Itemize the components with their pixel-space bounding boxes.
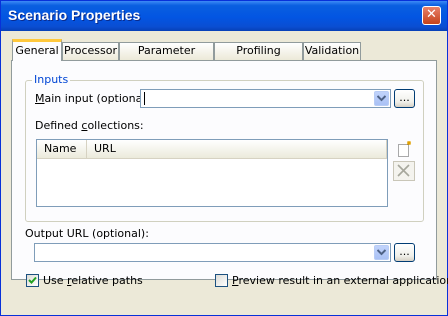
dialog-title: Scenario Properties (8, 7, 141, 23)
close-button[interactable]: ✕ (422, 6, 441, 25)
dropdown-arrow-icon (377, 249, 386, 256)
main-input-combo[interactable] (140, 89, 391, 108)
output-url-combo[interactable] (34, 243, 391, 262)
column-header-url[interactable]: URL (87, 140, 387, 159)
output-url-dropdown-button[interactable] (374, 245, 389, 260)
main-input-label-text: ain input (optional): (44, 92, 154, 105)
delete-collection-icon (397, 164, 410, 177)
defined-collections-label-post: ollections: (87, 119, 144, 132)
use-relative-paths-label[interactable]: Use relative paths (43, 274, 143, 287)
output-url-label: Output URL (optional): (25, 227, 149, 240)
title-bar[interactable]: Scenario Properties ✕ (1, 1, 447, 31)
scenario-properties-dialog: Scenario Properties ✕ General Processor … (0, 0, 448, 316)
main-input-dropdown-button[interactable] (374, 91, 389, 106)
use-relative-paths-checkbox[interactable] (26, 274, 39, 287)
close-icon: ✕ (426, 7, 437, 22)
tab-general-label: General (15, 44, 59, 57)
preview-external-label[interactable]: Preview result in an external applicatio… (232, 274, 448, 287)
new-collection-button[interactable] (394, 139, 415, 160)
main-input-label: Main input (optional): (35, 92, 153, 105)
text-caret (144, 92, 145, 105)
use-relative-pre: Use (43, 274, 68, 287)
inputs-group-legend: Inputs (32, 73, 71, 86)
tab-processor-label: Processor (64, 44, 117, 57)
column-header-name[interactable]: Name (37, 140, 87, 159)
main-input-browse-button[interactable]: ... (394, 89, 415, 108)
output-url-browse-button[interactable]: ... (394, 243, 415, 262)
preview-external-checkbox[interactable] (215, 274, 228, 287)
tab-validation-label: Validation (304, 44, 360, 57)
collections-list[interactable]: Name URL (36, 139, 388, 207)
tab-processor[interactable]: Processor (62, 42, 119, 60)
defined-collections-label: Defined collections: (35, 119, 144, 132)
main-input-label-accel: M (35, 92, 45, 105)
tab-parameter-values[interactable]: Parameter Values (119, 42, 214, 73)
use-relative-post: elative paths (71, 274, 143, 287)
tab-profiling-options[interactable]: Profiling Options (214, 42, 303, 73)
delete-collection-button[interactable] (393, 161, 415, 181)
dropdown-arrow-icon (377, 95, 386, 102)
checkmark-icon (28, 276, 37, 284)
new-collection-icon (398, 141, 411, 157)
tab-general[interactable]: General (12, 39, 62, 61)
tab-validation[interactable]: Validation (303, 42, 361, 60)
defined-collections-label-pre: Defined (35, 119, 82, 132)
preview-post: review result in an external application (238, 274, 448, 287)
